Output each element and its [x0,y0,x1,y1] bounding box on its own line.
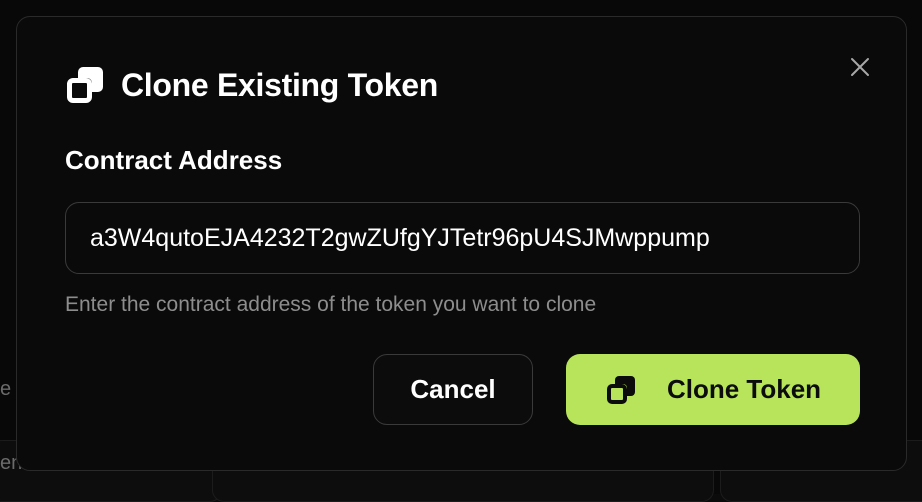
close-icon [851,58,869,76]
cancel-button[interactable]: Cancel [373,354,533,425]
contract-address-input[interactable] [65,202,860,274]
clone-token-button-label: Clone Token [666,374,822,404]
cancel-button-label: Cancel [410,374,496,404]
dialog-title: Clone Existing Token [121,66,439,103]
close-button[interactable] [848,55,872,79]
contract-address-label: Contract Address [65,145,283,175]
dialog-header: Clone Existing Token [65,65,438,105]
copy-icon [67,67,103,103]
background-text-fragment: e [0,378,12,400]
clone-token-button[interactable]: Clone Token [566,354,860,425]
copy-icon [606,375,635,404]
clone-token-dialog: Clone Existing Token Contract Address En… [16,16,907,471]
contract-address-hint: Enter the contract address of the token … [65,293,597,316]
